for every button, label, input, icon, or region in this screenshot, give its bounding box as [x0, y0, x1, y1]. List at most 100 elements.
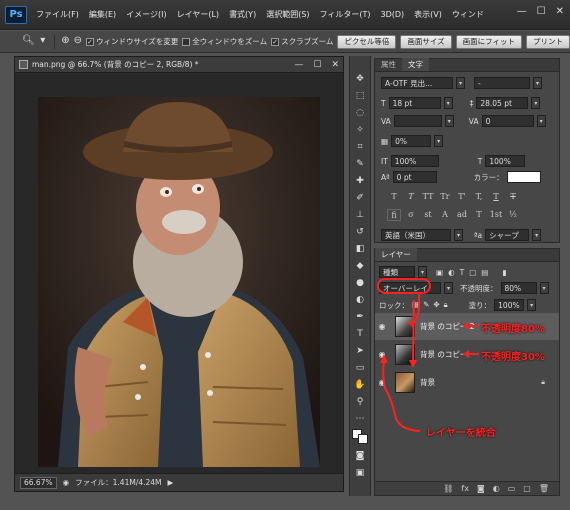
resize-windows-checkbox[interactable]: ✓ ウィンドウサイズを変更	[86, 36, 178, 47]
pen-tool-icon[interactable]: ✒	[352, 310, 368, 325]
dodge-tool-icon[interactable]: ◐	[352, 293, 368, 308]
menu-window[interactable]: ウィンド	[447, 9, 489, 20]
minimize-icon[interactable]: —	[517, 6, 527, 17]
chevron-down-icon[interactable]: ▾	[539, 282, 549, 294]
status-icon[interactable]: ◉	[63, 478, 70, 487]
font-style-select[interactable]: -	[474, 77, 530, 89]
fractions-button[interactable]: ½	[506, 209, 520, 221]
faux-italic-button[interactable]: T	[404, 191, 418, 203]
zoom-tool-icon[interactable]: 🔍︎	[22, 35, 35, 49]
link-icon[interactable]: ⛓	[443, 484, 453, 493]
screen-size-button[interactable]: 画面サイズ	[400, 34, 452, 49]
shape-tool-icon[interactable]: ▭	[352, 361, 368, 376]
menu-filter[interactable]: フィルター(T)	[315, 9, 376, 20]
chevron-down-icon[interactable]: ▾	[536, 115, 546, 127]
menu-image[interactable]: イメージ(I)	[121, 9, 171, 20]
print-size-button[interactable]: プリント	[526, 34, 570, 49]
fit-screen-button[interactable]: 画面にフィット	[455, 34, 522, 49]
healing-brush-icon[interactable]: ✚	[352, 174, 368, 189]
mask-icon[interactable]: ◙	[477, 484, 485, 493]
menu-file[interactable]: ファイル(F)	[31, 9, 84, 20]
lasso-tool-icon[interactable]: ◌	[352, 106, 368, 121]
font-family-select[interactable]: A-OTF 見出...	[381, 77, 453, 89]
horizontal-scale-field[interactable]: 100%	[485, 155, 526, 167]
superscript-button[interactable]: T'	[455, 191, 469, 203]
bucket-icon[interactable]: ◆	[352, 259, 368, 274]
kerning-field[interactable]	[393, 115, 442, 127]
maximize-icon[interactable]: ☐	[537, 6, 546, 17]
ligature-button[interactable]: fi	[387, 209, 401, 221]
small-caps-button[interactable]: Tr	[438, 191, 452, 203]
tab-layers[interactable]: レイヤー	[375, 248, 417, 261]
chevron-down-icon[interactable]: ▾	[531, 97, 541, 109]
chevron-down-icon[interactable]: ▾	[532, 229, 542, 241]
eyedropper-icon[interactable]: ✎	[352, 157, 368, 172]
zoom-level[interactable]: 66.67%	[20, 476, 57, 489]
chevron-down-icon[interactable]: ▾	[456, 77, 465, 89]
layer-filter-select[interactable]: 種類	[379, 266, 415, 278]
menu-3d[interactable]: 3D(D)	[376, 10, 410, 19]
tab-properties[interactable]: 属性	[375, 58, 402, 71]
menu-select[interactable]: 選択範囲(S)	[261, 9, 314, 20]
minimize-icon[interactable]: —	[294, 60, 303, 70]
filter-toggle-icon[interactable]: ▮	[502, 268, 506, 277]
tsume-field[interactable]: 0%	[391, 135, 432, 147]
quick-mask-icon[interactable]: ◙	[352, 449, 368, 464]
blend-mode-select[interactable]: オーバーレイ	[379, 282, 441, 294]
ordinals-button[interactable]: 1st	[489, 209, 503, 221]
filter-icons[interactable]: ▣◐T▢▤	[436, 268, 493, 277]
hand-tool-icon[interactable]: ✋	[352, 378, 368, 393]
menu-type[interactable]: 書式(Y)	[224, 9, 261, 20]
contextual-alt-button[interactable]: σ	[404, 209, 418, 221]
all-caps-button[interactable]: TT	[421, 191, 435, 203]
eye-icon[interactable]: ◉	[375, 350, 389, 359]
maximize-icon[interactable]: ☐	[313, 60, 321, 70]
chevron-down-icon[interactable]: ▾	[418, 266, 427, 278]
antialias-select[interactable]: シャープ	[485, 229, 530, 241]
titling-alt-button[interactable]: T	[472, 209, 486, 221]
lock-icons[interactable]: ▦✎✥🔒︎	[412, 300, 452, 310]
faux-bold-button[interactable]: T	[387, 191, 401, 203]
layer-name[interactable]: 背景 のコピー	[420, 349, 467, 360]
layer-name[interactable]: 背景	[420, 377, 435, 388]
menu-layer[interactable]: レイヤー(L)	[172, 9, 224, 20]
marquee-tool-icon[interactable]: ⬚	[352, 89, 368, 104]
vertical-scale-field[interactable]: 100%	[390, 155, 439, 167]
zoom-in-icon[interactable]: ⊕	[61, 35, 69, 49]
zoom-all-checkbox[interactable]: 全ウィンドウをズーム	[182, 36, 267, 47]
eraser-icon[interactable]: ◧	[352, 242, 368, 257]
menu-edit[interactable]: 編集(E)	[84, 9, 121, 20]
color-swatches[interactable]	[352, 429, 368, 447]
leading-field[interactable]: 28.05 pt	[476, 97, 529, 109]
strikethrough-button[interactable]: T	[506, 191, 520, 203]
opacity-field[interactable]: 80%	[500, 282, 537, 294]
screen-mode-icon[interactable]: ▣	[352, 466, 368, 481]
stylistic-alt-button[interactable]: ad	[455, 209, 469, 221]
move-tool-icon[interactable]: ✥	[352, 72, 368, 87]
new-layer-icon[interactable]: ▢	[523, 484, 531, 493]
play-arrow-icon[interactable]: ▶	[168, 478, 174, 487]
folder-icon[interactable]: ▭	[508, 484, 516, 493]
chevron-down-icon[interactable]: ▾	[444, 115, 454, 127]
type-tool-icon[interactable]: T	[352, 327, 368, 342]
text-color-swatch[interactable]	[506, 171, 541, 183]
discretionary-ligature-button[interactable]: st	[421, 209, 435, 221]
language-select[interactable]: 英語（米国）	[381, 229, 451, 241]
font-size-field[interactable]: 18 pt	[388, 97, 441, 109]
layer-row[interactable]: ◉ 背景 🔒︎	[375, 369, 559, 396]
fx-icon[interactable]: fx	[461, 484, 469, 493]
chevron-down-icon[interactable]: ▾	[533, 77, 542, 89]
chevron-down-icon[interactable]: ▾	[443, 97, 453, 109]
trash-icon[interactable]: 🗑︎	[539, 484, 549, 493]
zoom-tool-icon[interactable]: ⚲	[352, 395, 368, 410]
chevron-down-icon[interactable]: ▾	[444, 282, 453, 294]
close-icon[interactable]: ✕	[556, 6, 564, 17]
path-select-icon[interactable]: ➤	[352, 344, 368, 359]
underline-button[interactable]: T	[489, 191, 503, 203]
menu-view[interactable]: 表示(V)	[409, 9, 447, 20]
canvas-area[interactable]	[15, 74, 343, 474]
magic-wand-icon[interactable]: ✧	[352, 123, 368, 138]
history-brush-icon[interactable]: ↺	[352, 225, 368, 240]
close-icon[interactable]: ✕	[331, 60, 339, 70]
chevron-down-icon[interactable]: ▾	[527, 299, 537, 311]
